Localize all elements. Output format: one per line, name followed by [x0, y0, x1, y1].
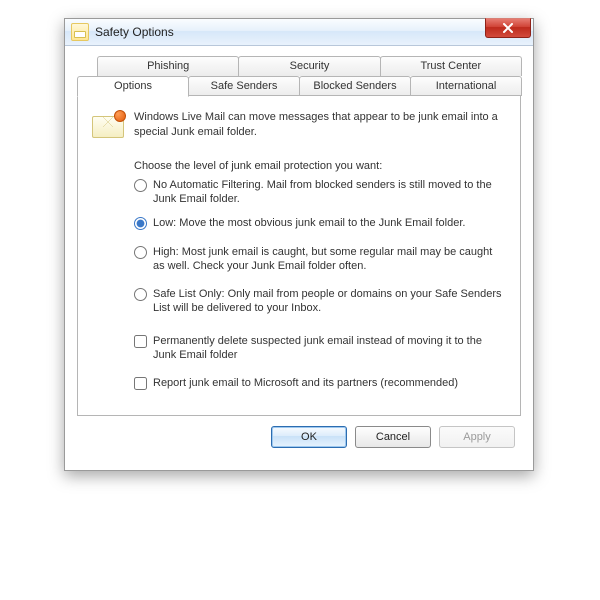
dialog-buttons: OK Cancel Apply — [77, 416, 521, 458]
tab-trust-center[interactable]: Trust Center — [380, 56, 522, 76]
radio-low[interactable] — [134, 217, 147, 230]
radio-safe-list-label: Safe List Only: Only mail from people or… — [153, 287, 506, 316]
tab-options[interactable]: Options — [77, 76, 189, 97]
radio-low-label: Low: Move the most obvious junk email to… — [153, 216, 465, 230]
radio-safe-list[interactable] — [134, 288, 147, 301]
radio-high[interactable] — [134, 246, 147, 259]
junk-mail-icon — [92, 110, 124, 138]
apply-button: Apply — [439, 426, 515, 448]
window-title: Safety Options — [95, 25, 174, 39]
checkbox-report-microsoft-label: Report junk email to Microsoft and its p… — [153, 376, 458, 390]
tab-safe-senders[interactable]: Safe Senders — [188, 76, 300, 96]
ok-button[interactable]: OK — [271, 426, 347, 448]
tab-international[interactable]: International — [410, 76, 522, 96]
close-button[interactable] — [485, 18, 531, 38]
dialog-window: Safety Options Phishing Security Trust C… — [64, 18, 534, 471]
tabstrip: Phishing Security Trust Center Options S… — [77, 56, 521, 416]
tab-panel-options: Windows Live Mail can move messages that… — [77, 95, 521, 416]
close-icon — [502, 23, 514, 33]
intro-text: Windows Live Mail can move messages that… — [134, 110, 506, 140]
cancel-button[interactable]: Cancel — [355, 426, 431, 448]
checkbox-permanent-delete-label: Permanently delete suspected junk email … — [153, 334, 506, 363]
radio-high-label: High: Most junk email is caught, but som… — [153, 245, 506, 274]
radio-no-filtering-label: No Automatic Filtering. Mail from blocke… — [153, 178, 506, 207]
radio-no-filtering[interactable] — [134, 179, 147, 192]
tab-security[interactable]: Security — [238, 56, 380, 76]
checkbox-report-microsoft[interactable] — [134, 377, 147, 390]
tab-phishing[interactable]: Phishing — [97, 56, 239, 76]
tab-blocked-senders[interactable]: Blocked Senders — [299, 76, 411, 96]
app-icon — [71, 23, 89, 41]
choose-level-label: Choose the level of junk email protectio… — [134, 160, 506, 172]
checkbox-permanent-delete[interactable] — [134, 335, 147, 348]
titlebar[interactable]: Safety Options — [65, 19, 533, 46]
